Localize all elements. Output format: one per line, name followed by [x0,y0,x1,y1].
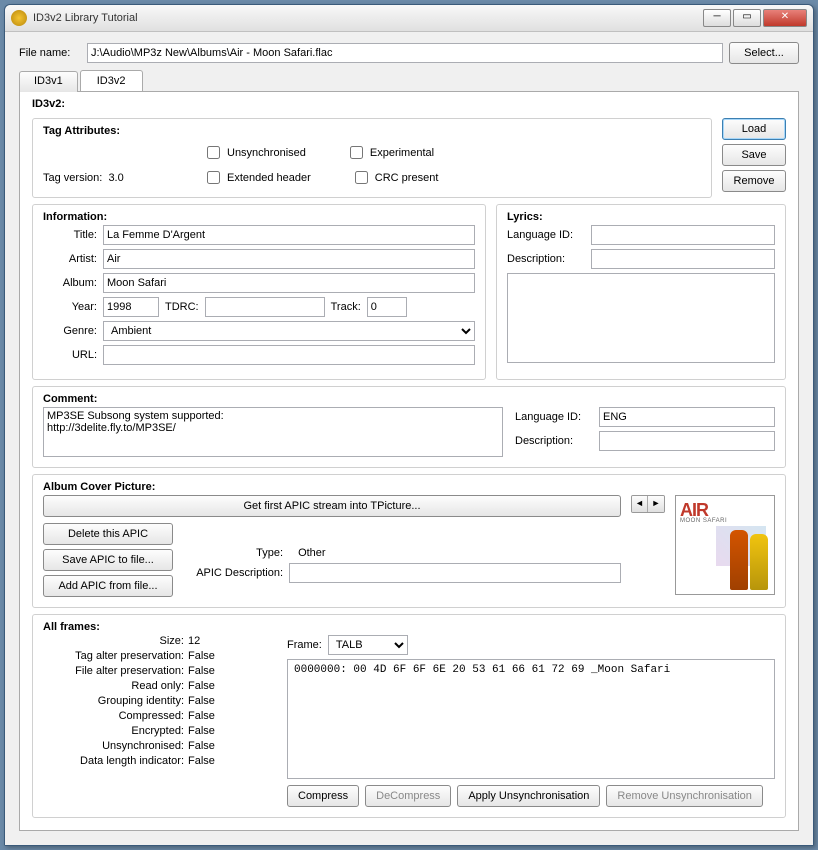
comment-group: Comment: MP3SE Subsong system supported:… [32,386,786,468]
load-button[interactable]: Load [722,118,786,140]
year-label: Year: [43,301,97,313]
comment-lang-label: Language ID: [515,411,593,423]
album-label: Album: [43,277,97,289]
flag-compressed-value: False [188,710,273,722]
delete-apic-button[interactable]: Delete this APIC [43,523,173,545]
apic-pager[interactable]: ◄► [631,495,665,513]
unsync-checkbox[interactable]: Unsynchronised [203,143,306,162]
flag-dli-value: False [188,755,273,767]
flag-file-alter-label: File alter preservation: [43,665,188,677]
url-label: URL: [43,349,97,361]
tag-version-value: 3.0 [108,172,123,184]
panel-header: ID3v2: [32,98,786,110]
flag-tag-alter-value: False [188,650,273,662]
pager-next-icon[interactable]: ► [648,496,664,512]
apic-type-value: Other [298,547,326,559]
information-title: Information: [43,211,475,223]
save-apic-button[interactable]: Save APIC to file... [43,549,173,571]
lyrics-lang-input[interactable] [591,225,775,245]
frame-select[interactable]: TALB [328,635,408,655]
flag-compressed-label: Compressed: [43,710,188,722]
lyrics-lang-label: Language ID: [507,229,585,241]
apic-desc-label: APIC Description: [183,567,283,579]
lyrics-title: Lyrics: [507,211,775,223]
lyrics-desc-input[interactable] [591,249,775,269]
tab-id3v2[interactable]: ID3v2 [80,70,143,91]
maximize-button[interactable]: ▭ [733,9,761,27]
tag-attributes-group: Tag Attributes: Unsynchronised Experimen… [32,118,712,198]
add-apic-button[interactable]: Add APIC from file... [43,575,173,597]
id3v2-panel: ID3v2: Tag Attributes: Unsynchronised Ex… [19,91,799,831]
title-label: Title: [43,229,97,241]
comment-desc-label: Description: [515,435,593,447]
flag-unsync-value: False [188,740,273,752]
titlebar[interactable]: ID3v2 Library Tutorial ─ ▭ ✕ [5,5,813,32]
comment-title: Comment: [43,393,775,405]
all-frames-group: All frames: Size:12 Tag alter preservati… [32,614,786,818]
title-input[interactable] [103,225,475,245]
flag-encrypted-label: Encrypted: [43,725,188,737]
flag-file-alter-value: False [188,665,273,677]
all-frames-title: All frames: [43,621,775,633]
flag-dli-label: Data length indicator: [43,755,188,767]
tdrc-input[interactable] [205,297,325,317]
url-input[interactable] [103,345,475,365]
frame-label: Frame: [287,639,322,651]
information-group: Information: Title: Artist: Album: Year:… [32,204,486,380]
tdrc-label: TDRC: [165,301,199,313]
album-input[interactable] [103,273,475,293]
compress-button[interactable]: Compress [287,785,359,807]
window-title: ID3v2 Library Tutorial [33,12,703,24]
lyrics-desc-label: Description: [507,253,585,265]
album-cover-title: Album Cover Picture: [43,481,775,493]
flag-encrypted-value: False [188,725,273,737]
artist-input[interactable] [103,249,475,269]
tag-attributes-title: Tag Attributes: [43,125,701,137]
album-art: AIR MOON SAFARI [675,495,775,595]
hex-view[interactable]: 0000000: 00 4D 6F 6F 6E 20 53 61 66 61 7… [287,659,775,779]
flag-read-only-label: Read only: [43,680,188,692]
flag-grouping-value: False [188,695,273,707]
genre-label: Genre: [43,325,97,337]
genre-select[interactable]: Ambient [103,321,475,341]
apic-type-label: Type: [183,547,283,559]
filename-input[interactable] [87,43,723,63]
track-input[interactable] [367,297,407,317]
comment-textarea[interactable]: MP3SE Subsong system supported: http://3… [43,407,503,457]
crc-checkbox[interactable]: CRC present [351,168,439,187]
track-label: Track: [331,301,361,313]
flag-read-only-value: False [188,680,273,692]
artist-label: Artist: [43,253,97,265]
apply-unsync-button[interactable]: Apply Unsynchronisation [457,785,600,807]
remove-unsync-button[interactable]: Remove Unsynchronisation [606,785,763,807]
save-button[interactable]: Save [722,144,786,166]
size-label: Size: [43,635,188,647]
apic-desc-input[interactable] [289,563,621,583]
decompress-button[interactable]: DeCompress [365,785,451,807]
minimize-button[interactable]: ─ [703,9,731,27]
get-apic-button[interactable]: Get first APIC stream into TPicture... [43,495,621,517]
remove-button[interactable]: Remove [722,170,786,192]
app-icon [11,10,27,26]
flag-tag-alter-label: Tag alter preservation: [43,650,188,662]
extheader-checkbox[interactable]: Extended header [203,168,311,187]
album-cover-group: Album Cover Picture: Get first APIC stre… [32,474,786,608]
select-file-button[interactable]: Select... [729,42,799,64]
app-window: ID3v2 Library Tutorial ─ ▭ ✕ File name: … [4,4,814,846]
pager-prev-icon[interactable]: ◄ [632,496,648,512]
lyrics-group: Lyrics: Language ID: Description: [496,204,786,380]
size-value: 12 [188,635,273,647]
comment-desc-input[interactable] [599,431,775,451]
close-button[interactable]: ✕ [763,9,807,27]
tab-id3v1[interactable]: ID3v1 [19,71,78,92]
experimental-checkbox[interactable]: Experimental [346,143,434,162]
filename-label: File name: [19,47,81,59]
comment-lang-input[interactable] [599,407,775,427]
tag-version-label: Tag version: [43,172,102,184]
flag-grouping-label: Grouping identity: [43,695,188,707]
lyrics-textarea[interactable] [507,273,775,363]
year-input[interactable] [103,297,159,317]
flag-unsync-label: Unsynchronised: [43,740,188,752]
